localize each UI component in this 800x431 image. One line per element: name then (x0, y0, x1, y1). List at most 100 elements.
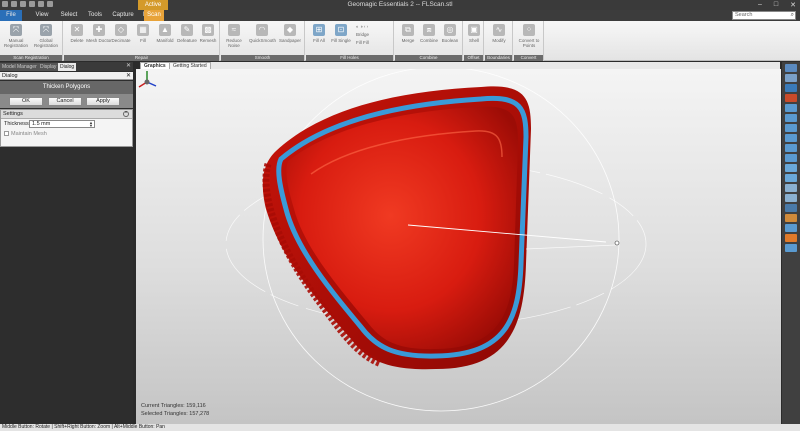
cancel-button[interactable]: Cancel (48, 97, 82, 106)
graphics-viewport[interactable]: Current Triangles: 159,116 Selected Tria… (136, 69, 781, 424)
close-button[interactable]: ✕ (790, 1, 796, 9)
back-view-icon[interactable] (785, 114, 797, 122)
tab-scan[interactable]: Scan (144, 10, 164, 21)
quicksmooth-icon: ◠ (256, 24, 268, 36)
fill-option-icons[interactable]: ◐ ◑ ‹ › (356, 24, 369, 30)
group-label: Scan Registration (0, 55, 62, 61)
perspective-icon[interactable] (785, 174, 797, 182)
sandpaper-button[interactable]: ◆ Sandpaper (277, 24, 303, 43)
collapse-icon[interactable]: ^ (123, 111, 129, 117)
fill-single-button[interactable]: ⊡ Fill Single (328, 24, 354, 43)
delete-icon: ✕ (71, 24, 83, 36)
group-combine: ⧉ Merge ⧈ Combine ◎ Boolean Combine (395, 21, 463, 61)
thickness-field[interactable]: 1.5 mm ▲ ▼ (29, 120, 95, 128)
tab-dialog[interactable]: Dialog (58, 63, 77, 71)
lighting-icon[interactable] (785, 204, 797, 212)
group-smooth: ≈ Reduce Noise ◠ QuickSmooth ◆ Sandpaper Sm… (221, 21, 305, 61)
maintain-mesh-label: Maintain Mesh (11, 131, 47, 137)
axis-triad-icon (138, 71, 157, 88)
dialog-title: Thicken Polygons (0, 81, 133, 94)
group-offset: ▣ Shell Offset (464, 21, 484, 61)
right-view-icon[interactable] (785, 154, 797, 162)
reduce-noise-button[interactable]: ≈ Reduce Noise (221, 24, 247, 48)
tab-model-manager[interactable]: Model Manager (0, 63, 39, 71)
group-label: Fill Holes (306, 55, 393, 61)
thickness-row: Thickness: 1.5 mm ▲ ▼ (1, 119, 132, 129)
remesh-button[interactable]: ▩ Remesh (195, 24, 221, 43)
shell-button[interactable]: ▣ Shell (461, 24, 487, 43)
maintain-mesh-checkbox[interactable] (4, 131, 9, 136)
decimate-icon: ◇ (115, 24, 127, 36)
group-label: Offset (464, 55, 483, 61)
color-icon[interactable] (785, 214, 797, 222)
left-panel: Model Manager Display Dialog ✕ Dialog ✕ … (0, 62, 133, 424)
front-view-icon[interactable] (785, 104, 797, 112)
ok-button[interactable]: OK (9, 97, 43, 106)
settings-section: Settings ^ Thickness: 1.5 mm ▲ ▼ Maintain… (0, 109, 133, 147)
section-icon[interactable] (785, 184, 797, 192)
group-scan-registration: ⤧ Manual Registration ⤧ Global Registratio… (0, 21, 63, 61)
window-title: Geomagic Essentials 2 -- FLScan.stl (347, 1, 453, 8)
top-view-icon[interactable] (785, 124, 797, 132)
boolean-button[interactable]: ◎ Boolean (437, 24, 463, 43)
convert-to-points-button[interactable]: ⁘ Convert to Points (516, 24, 542, 48)
tab-graphics[interactable]: Graphics (140, 62, 170, 69)
manifold-icon: ▲ (159, 24, 171, 36)
group-fill-holes: ⊞ Fill All ⊡ Fill Single ◐ ◑ ‹ › Bridge Fi… (306, 21, 394, 61)
grid-icon[interactable] (785, 224, 797, 232)
group-convert: ⁘ Convert to Points Convert (514, 21, 544, 61)
fill-single-icon: ⊡ (335, 24, 347, 36)
manual-registration-icon: ⤧ (10, 24, 22, 36)
zoom-icon[interactable] (785, 74, 797, 82)
convert-to-points-icon: ⁘ (523, 24, 535, 36)
global-registration-button[interactable]: ⤧ Global Registration (33, 24, 59, 48)
settings-icon[interactable] (785, 244, 797, 252)
dialog-header-label: Dialog (2, 73, 18, 79)
window-controls: – □ ✕ (758, 1, 796, 9)
maximize-button[interactable]: □ (774, 1, 778, 9)
measure-icon[interactable] (785, 234, 797, 242)
dialog-close-icon[interactable]: ✕ (126, 72, 131, 80)
ribbon-tab-bar: File View Select Tools Capture Model Sca… (0, 10, 800, 21)
modify-button[interactable]: ∿ Modify (486, 24, 512, 43)
settings-header[interactable]: Settings ^ (1, 110, 132, 119)
tab-view[interactable]: View (31, 10, 53, 21)
apply-button[interactable]: Apply (86, 97, 120, 106)
shell-icon: ▣ (468, 24, 480, 36)
panel-close-icon[interactable]: ✕ (126, 62, 131, 69)
model-view[interactable] (136, 69, 781, 424)
thickness-spinner-icon[interactable]: ▲ ▼ (89, 121, 93, 128)
remesh-icon: ▩ (202, 24, 214, 36)
group-label: Boundaries (485, 55, 512, 61)
shading-icon[interactable] (785, 94, 797, 102)
tab-getting-started[interactable]: Getting Started (169, 62, 211, 69)
bottom-view-icon[interactable] (785, 134, 797, 142)
search-input[interactable]: Search ⌕ (732, 11, 796, 20)
ribbon: ⤧ Manual Registration ⤧ Global Registratio… (0, 21, 800, 61)
fill-fill-button[interactable]: Fill Fill (356, 40, 369, 46)
panel-tabs: Model Manager Display Dialog ✕ (0, 62, 133, 71)
bridge-button[interactable]: Bridge (356, 32, 369, 38)
modify-icon: ∿ (493, 24, 505, 36)
clip-icon[interactable] (785, 194, 797, 202)
search-placeholder: Search (735, 12, 753, 18)
triangle-stats: Current Triangles: 159,116 Selected Tria… (141, 402, 209, 418)
search-icon[interactable]: ⌕ (791, 12, 794, 19)
dialog-buttons: OK Cancel Apply (0, 94, 133, 108)
left-view-icon[interactable] (785, 144, 797, 152)
tab-tools[interactable]: Tools (84, 10, 106, 21)
quicksmooth-button[interactable]: ◠ QuickSmooth (249, 24, 276, 43)
minimize-button[interactable]: – (758, 1, 762, 9)
fill-icon: ▦ (137, 24, 149, 36)
manual-registration-button[interactable]: ⤧ Manual Registration (3, 24, 29, 48)
thickness-value: 1.5 mm (32, 121, 51, 127)
fit-icon[interactable] (785, 84, 797, 92)
global-registration-icon: ⤧ (40, 24, 52, 36)
tab-capture[interactable]: Capture (108, 10, 138, 21)
tab-select[interactable]: Select (57, 10, 81, 21)
title-bar: Active Geomagic Essentials 2 -- FLScan.s… (0, 0, 800, 10)
tab-display[interactable]: Display (38, 63, 59, 71)
view-icon[interactable] (785, 64, 797, 72)
iso-view-icon[interactable] (785, 164, 797, 172)
tab-file[interactable]: File (0, 10, 22, 21)
